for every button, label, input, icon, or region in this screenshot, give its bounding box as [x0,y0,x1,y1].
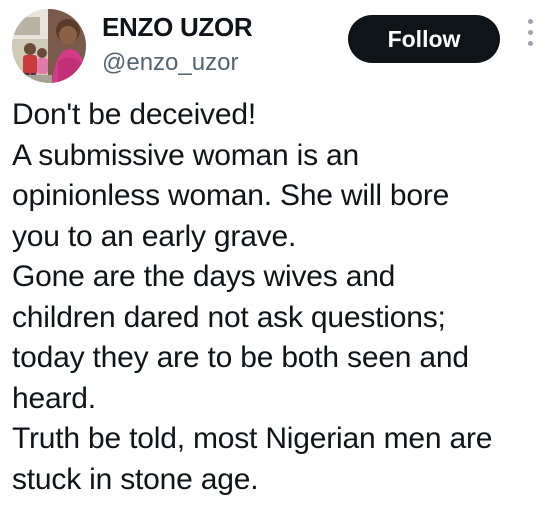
tweet-header: ENZO UZOR @enzo_uzor Follow [12,6,542,84]
tweet-line: children dared not ask questions; [12,300,446,334]
author-handle[interactable]: @enzo_uzor [102,48,252,78]
more-dot [527,41,533,46]
follow-button[interactable]: Follow [348,15,500,63]
tweet-line: Truth be told, most Nigerian men are [12,422,493,455]
tweet-line: Don't be deceived! [12,98,256,131]
tweet-line: Gone are the days wives and [12,260,396,293]
more-dot [527,19,533,24]
tweet-line: today they are to be both seen and [12,341,469,374]
tweet-line: heard. [12,381,96,415]
author-info: ENZO UZOR @enzo_uzor [102,12,253,78]
tweet-line: stuck in stone age. [12,462,259,496]
tweet-line: A submissive woman is an [12,138,360,172]
avatar-photo [12,9,86,83]
tweet-line: opinionless woman. She will bore [12,179,450,212]
tweet-line: you to an early grave. [12,219,297,253]
avatar[interactable] [12,9,86,83]
author-display-name[interactable]: ENZO UZOR [102,12,253,42]
tweet-card: ENZO UZOR @enzo_uzor Follow Don't be dec… [0,0,549,525]
more-vertical-icon[interactable] [524,19,536,57]
tweet-text: Don't be deceived! A submissive woman is… [12,95,547,500]
more-dot [527,30,533,35]
